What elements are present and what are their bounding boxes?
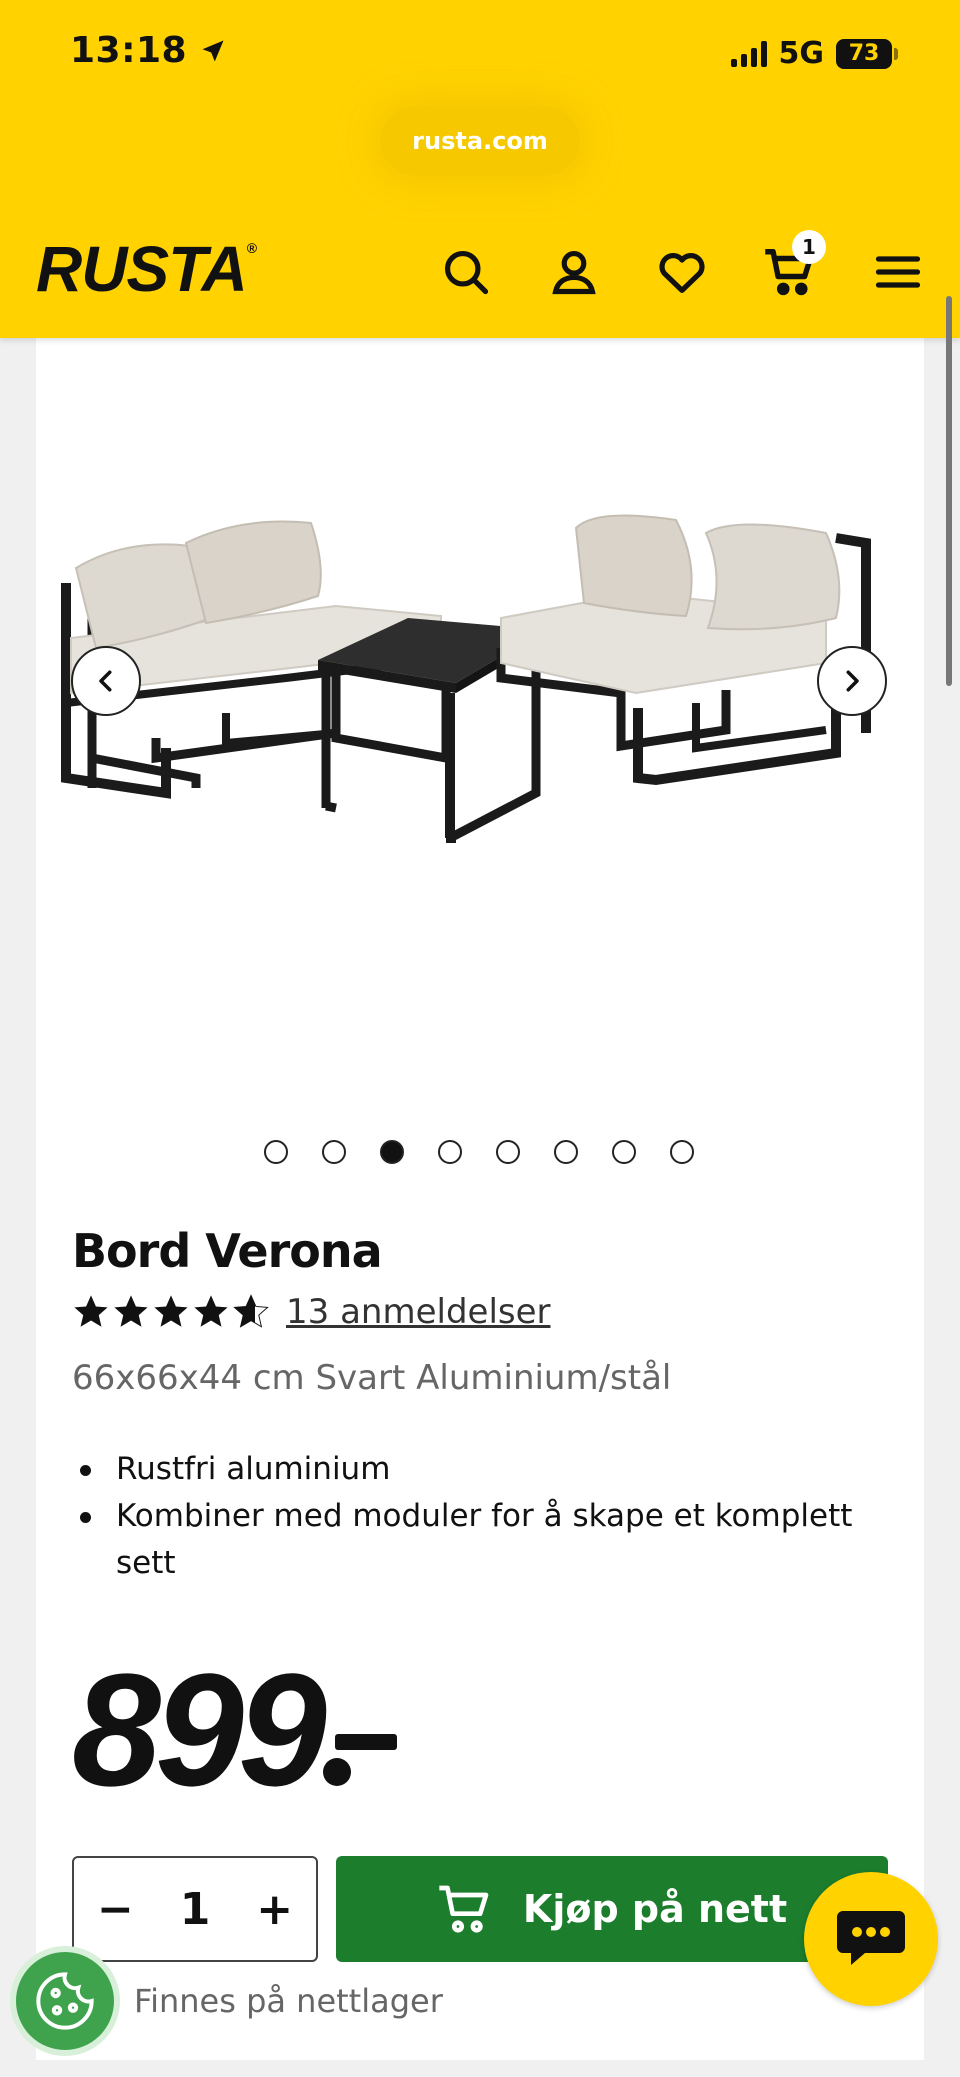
- gallery-prev-button[interactable]: [71, 646, 141, 716]
- product-price: 899: [72, 1650, 401, 1810]
- star-icon: [114, 1295, 148, 1327]
- quantity-value[interactable]: 1: [180, 1884, 211, 1935]
- menu-icon[interactable]: [870, 244, 926, 300]
- cookie-icon: [36, 1972, 94, 2030]
- star-icon: [74, 1295, 108, 1327]
- product-features: Rustfri aluminium Kombiner med moduler f…: [72, 1446, 892, 1587]
- cart-button[interactable]: 1: [762, 230, 826, 300]
- gallery-pagination: [264, 1140, 694, 1164]
- url-bar[interactable]: rusta.com: [380, 107, 580, 175]
- buy-online-label: Kjøp på nett: [522, 1887, 788, 1931]
- price-dash-mark: [322, 1734, 397, 1786]
- price-value: 899: [72, 1640, 327, 1819]
- reviews-link[interactable]: 13 anmeldelser: [286, 1292, 551, 1332]
- half-star-icon: [233, 1294, 269, 1328]
- cart-badge: 1: [792, 230, 826, 264]
- location-arrow-icon: [202, 40, 224, 61]
- gallery-dot[interactable]: [496, 1140, 520, 1164]
- chevron-left-icon: [99, 670, 112, 692]
- availability-text: Finnes på nettlager: [134, 1982, 443, 2020]
- product-specs: 66x66x44 cm Svart Aluminium/stål: [72, 1358, 672, 1398]
- battery-icon: 73: [836, 38, 898, 69]
- signal-icon: [730, 40, 767, 67]
- gallery-dot-active[interactable]: [380, 1140, 404, 1164]
- quantity-stepper: − 1 +: [72, 1856, 318, 1962]
- star-icon: [194, 1295, 228, 1327]
- star-rating: [72, 1293, 270, 1331]
- page-scrollbar[interactable]: [946, 296, 952, 686]
- battery-level: 73: [836, 38, 892, 69]
- gallery-next-button[interactable]: [817, 646, 887, 716]
- star-icon: [154, 1295, 188, 1327]
- right-sofa-graphic: [496, 514, 871, 786]
- chat-bubble-icon: [837, 1911, 905, 1965]
- search-icon[interactable]: [438, 244, 494, 300]
- chevron-right-icon: [846, 670, 859, 692]
- status-time: 13:18: [70, 30, 227, 71]
- gallery-dot[interactable]: [670, 1140, 694, 1164]
- cookie-settings-button[interactable]: [10, 1946, 120, 2056]
- feature-item: Kombiner med moduler for å skape et komp…: [72, 1493, 892, 1587]
- site-header: 13:18 5G 73 rusta.com RUSTA® 1: [0, 0, 960, 338]
- logo-text: RUSTA: [36, 233, 248, 305]
- account-icon[interactable]: [546, 244, 602, 300]
- time-label: 13:18: [70, 30, 188, 71]
- gallery-dot[interactable]: [554, 1140, 578, 1164]
- gallery-dot[interactable]: [612, 1140, 636, 1164]
- gallery-dot[interactable]: [322, 1140, 346, 1164]
- status-indicators: 5G 73: [730, 36, 898, 71]
- cart-icon: [439, 1885, 489, 1933]
- product-rating[interactable]: 13 anmeldelser: [72, 1292, 551, 1332]
- chat-button[interactable]: [804, 1872, 938, 2006]
- gallery-dot[interactable]: [438, 1140, 462, 1164]
- heart-icon[interactable]: [654, 244, 710, 300]
- increase-quantity-button[interactable]: +: [256, 1884, 293, 1935]
- gallery-dot[interactable]: [264, 1140, 288, 1164]
- product-image: [61, 514, 871, 843]
- product-title: Bord Verona: [72, 1224, 383, 1278]
- decrease-quantity-button[interactable]: −: [97, 1884, 134, 1935]
- feature-item: Rustfri aluminium: [72, 1446, 892, 1493]
- rusta-logo[interactable]: RUSTA®: [36, 232, 257, 306]
- product-gallery[interactable]: [36, 338, 924, 1118]
- network-label: 5G: [778, 36, 825, 71]
